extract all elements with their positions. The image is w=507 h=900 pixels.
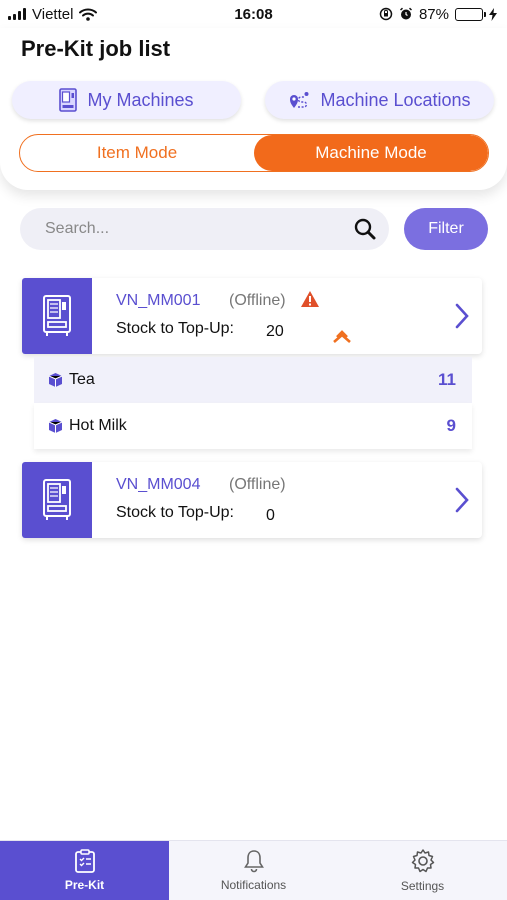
item-name: Tea (69, 371, 95, 388)
machine-locations-button[interactable]: Machine Locations (265, 81, 494, 119)
search-input[interactable] (45, 220, 353, 238)
machine-mode-tab[interactable]: Machine Mode (254, 135, 488, 171)
status-right: 87% (379, 6, 497, 23)
status-bar: Viettel 16:08 87% (0, 0, 507, 28)
battery-percent: 87% (418, 5, 449, 23)
chevron-right-icon[interactable] (454, 302, 470, 330)
item-row: Hot Milk 9 (34, 403, 472, 449)
page-title: Pre-Kit job list (21, 36, 171, 61)
gear-icon (411, 849, 434, 873)
mode-toggle: Item Mode Machine Mode (19, 134, 489, 172)
nav-notifications[interactable]: Notifications (169, 841, 338, 900)
machine-thumbnail (22, 462, 92, 538)
machine-id: VN_MM004 (116, 476, 201, 493)
box-icon (48, 373, 63, 387)
nav-settings-label: Settings (400, 879, 445, 893)
bell-icon (243, 850, 264, 873)
nav-settings[interactable]: Settings (338, 841, 507, 900)
location-route-icon (290, 92, 309, 108)
stock-value: 20 (266, 323, 284, 340)
stock-label: Stock to Top-Up: (116, 504, 234, 521)
chevron-right-icon[interactable] (454, 486, 470, 514)
my-machines-label: My Machines (87, 89, 194, 110)
machine-thumbnail (22, 278, 92, 354)
wifi-icon (79, 8, 98, 21)
clipboard-icon (74, 849, 95, 873)
vending-machine-icon (43, 479, 71, 520)
status-left: Viettel (8, 5, 98, 23)
warning-icon (301, 291, 319, 307)
box-icon (48, 419, 63, 433)
item-qty: 11 (438, 370, 456, 389)
machine-card[interactable]: VN_MM004 (Offline) Stock to Top-Up: 0 (22, 462, 482, 538)
bottom-nav: Pre-Kit Notifications Settings (0, 840, 507, 900)
item-qty: 9 (446, 416, 456, 435)
machine-locations-label: Machine Locations (320, 89, 471, 110)
item-row: Tea 11 (34, 357, 472, 403)
carrier-name: Viettel (32, 5, 74, 23)
nav-pre-kit-label: Pre-Kit (64, 878, 105, 892)
nav-pre-kit[interactable]: Pre-Kit (0, 841, 169, 900)
orientation-lock-icon (379, 7, 393, 21)
machine-id: VN_MM001 (116, 292, 201, 309)
signal-icon (8, 8, 26, 20)
vending-machine-icon (43, 295, 71, 336)
header-panel: Pre-Kit job list My Machines Machine Loc… (0, 28, 507, 190)
search-icon[interactable] (353, 217, 377, 241)
vending-machine-icon (59, 88, 78, 112)
item-name: Hot Milk (69, 417, 127, 434)
collapse-chevron-icon[interactable] (332, 330, 352, 344)
search-bar (20, 208, 389, 250)
stock-value: 0 (266, 507, 275, 524)
alarm-icon (399, 7, 412, 20)
machine-status: (Offline) (229, 292, 286, 309)
nav-notifications-label: Notifications (220, 878, 287, 892)
stock-label: Stock to Top-Up: (116, 320, 234, 337)
charging-icon (489, 7, 497, 21)
machine-card[interactable]: VN_MM001 (Offline) Stock to Top-Up: 20 (22, 278, 482, 354)
machine-status: (Offline) (229, 476, 286, 493)
my-machines-button[interactable]: My Machines (12, 81, 241, 119)
battery-icon (455, 7, 486, 21)
filter-button[interactable]: Filter (404, 208, 488, 250)
item-mode-tab[interactable]: Item Mode (20, 135, 254, 171)
